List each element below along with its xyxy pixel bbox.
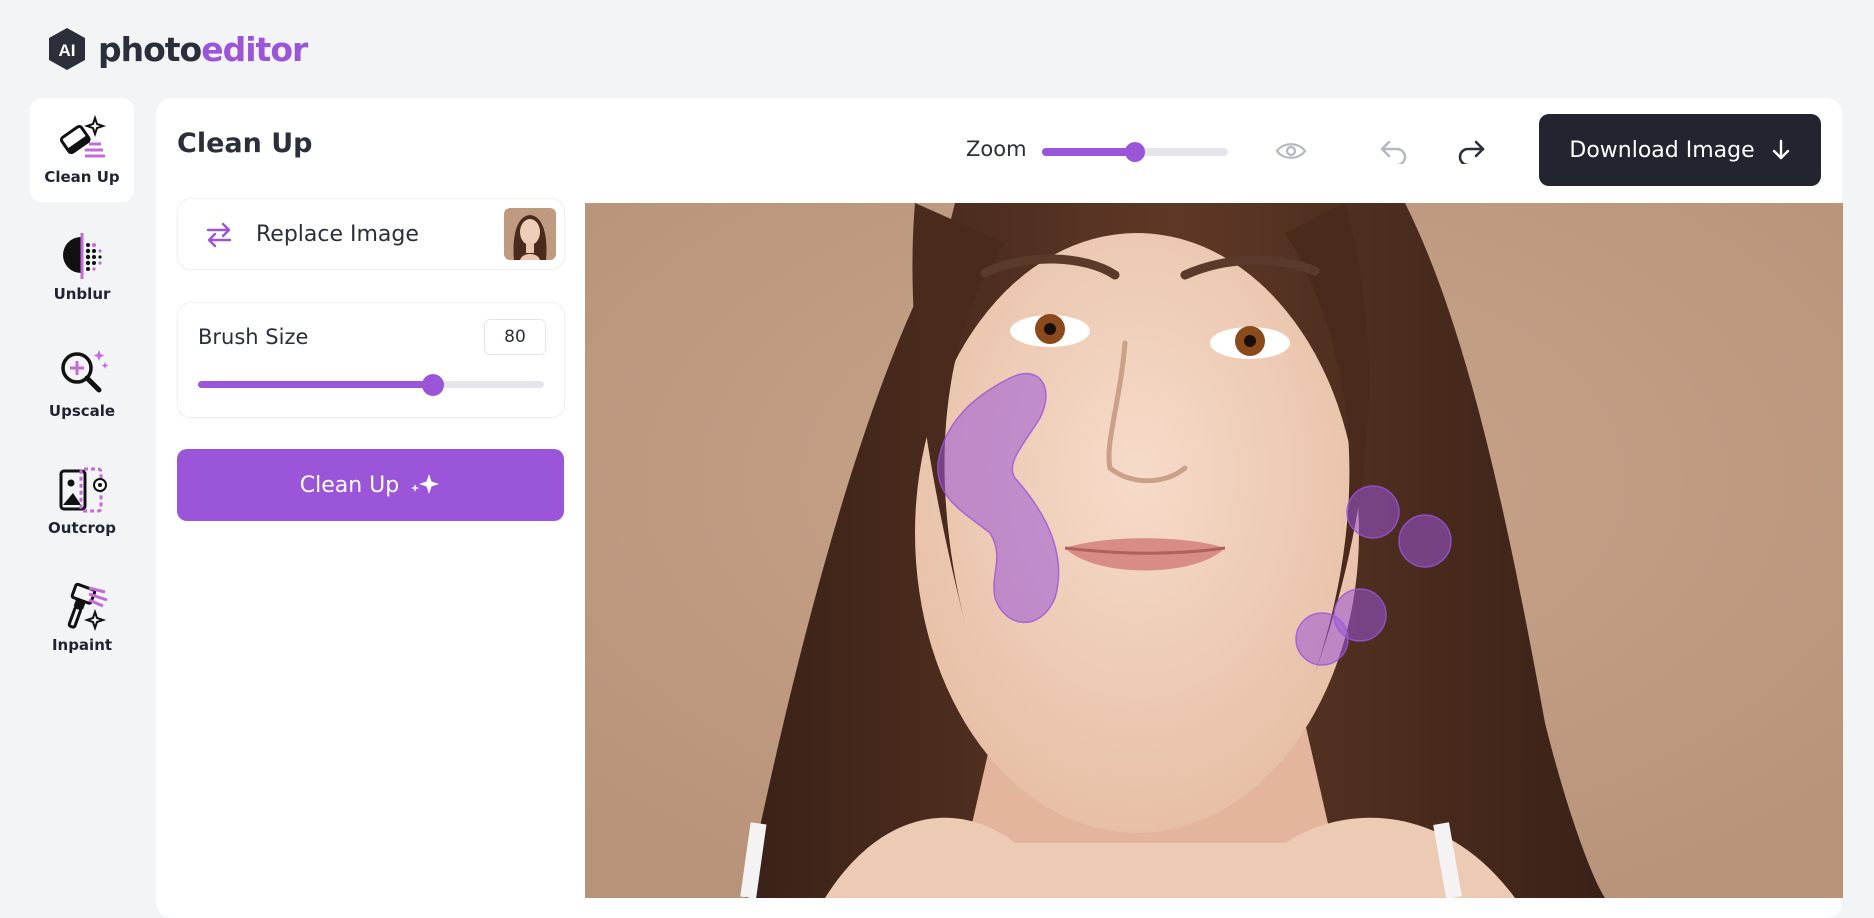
brush-size-value-input[interactable]: 80 xyxy=(484,319,546,355)
tool-clean-up[interactable]: Clean Up xyxy=(30,98,134,202)
zoom-label: Zoom xyxy=(966,137,1027,161)
tool-label: Unblur xyxy=(53,285,111,303)
tool-inpaint[interactable]: Inpaint xyxy=(30,566,134,670)
outcrop-icon xyxy=(59,467,107,513)
tool-label: Upscale xyxy=(48,402,116,420)
redo-button[interactable] xyxy=(1451,131,1491,171)
brand-name: photoeditor xyxy=(98,29,308,69)
replace-image-button[interactable]: Replace Image xyxy=(177,198,565,270)
sparkle-icon xyxy=(411,474,440,494)
tool-label: Clean Up xyxy=(44,168,120,186)
redo-icon xyxy=(1458,140,1485,164)
clean-up-label: Clean Up xyxy=(299,472,400,498)
brush-size-slider-thumb[interactable] xyxy=(422,374,445,396)
undo-button[interactable] xyxy=(1374,131,1414,171)
brush-size-label: Brush Size xyxy=(198,325,309,349)
unblur-icon xyxy=(63,233,102,279)
brush-size-slider[interactable] xyxy=(198,374,544,396)
svg-text:AI: AI xyxy=(59,41,76,60)
eraser-sparkle-icon xyxy=(59,114,107,158)
page-title: Clean Up xyxy=(177,128,313,159)
inpaint-brush-icon xyxy=(67,582,108,632)
tool-outcrop[interactable]: Outcrop xyxy=(30,449,134,553)
tool-unblur[interactable]: Unblur xyxy=(30,215,134,319)
upscale-magnifier-icon xyxy=(61,350,109,393)
brush-size-slider-fill xyxy=(198,381,434,388)
preview-toggle-button[interactable] xyxy=(1271,131,1311,171)
brand-logo[interactable]: AI photoeditor xyxy=(46,26,308,72)
download-image-button[interactable]: Download Image xyxy=(1539,114,1821,186)
tool-rail: Clean Up Unblur Upscale Outcrop Inpaint xyxy=(30,98,138,683)
zoom-slider[interactable] xyxy=(1042,142,1228,162)
replace-image-label: Replace Image xyxy=(256,221,419,247)
tool-label: Outcrop xyxy=(48,519,116,537)
zoom-slider-fill xyxy=(1042,148,1135,156)
download-label: Download Image xyxy=(1569,137,1755,163)
image-canvas[interactable] xyxy=(585,203,1843,898)
arrow-down-icon xyxy=(1772,139,1789,160)
image-thumbnail xyxy=(504,208,556,260)
eye-icon xyxy=(1275,143,1307,159)
tool-label: Inpaint xyxy=(51,636,113,654)
ai-badge-icon: AI xyxy=(49,28,85,70)
clean-up-button[interactable]: Clean Up xyxy=(177,449,564,521)
brush-size-panel: Brush Size 80 xyxy=(177,302,565,418)
tool-upscale[interactable]: Upscale xyxy=(30,332,134,436)
undo-icon xyxy=(1380,140,1407,164)
zoom-slider-thumb[interactable] xyxy=(1125,142,1145,162)
swap-arrows-icon xyxy=(206,222,232,248)
portrait-photo xyxy=(585,203,1843,898)
